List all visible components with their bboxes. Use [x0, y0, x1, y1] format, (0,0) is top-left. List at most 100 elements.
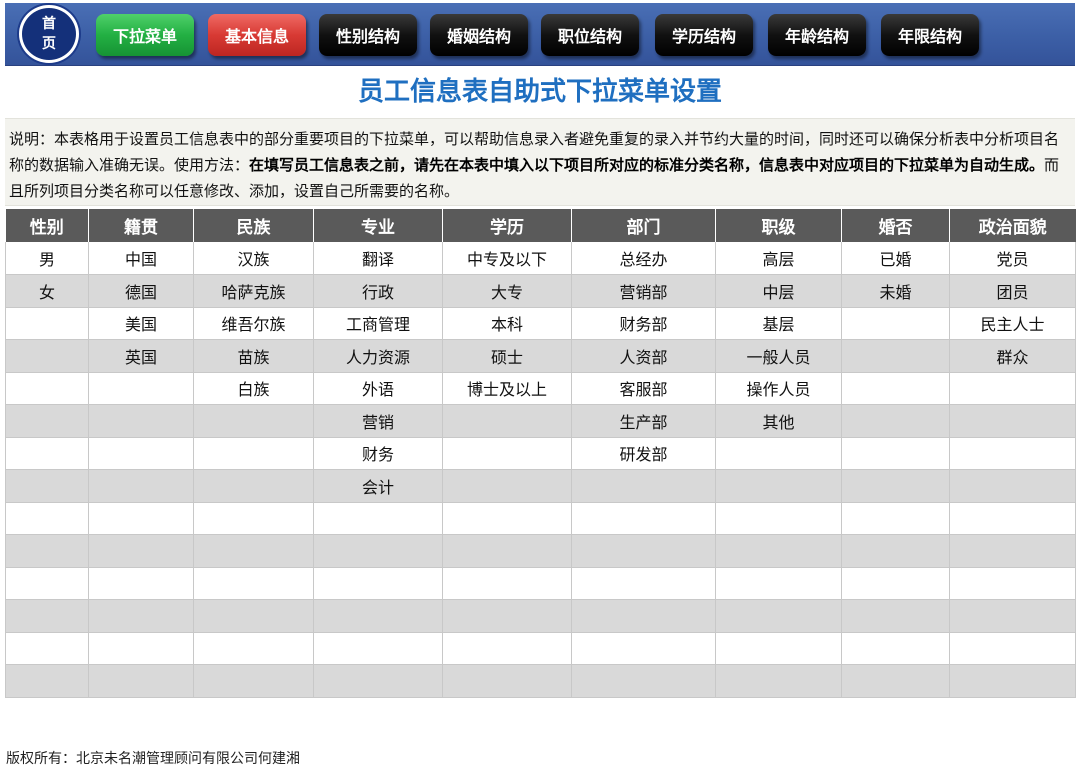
table-cell[interactable]: 营销	[313, 404, 443, 438]
table-cell[interactable]: 民主人士	[949, 307, 1076, 340]
table-cell[interactable]	[442, 404, 572, 438]
table-cell[interactable]: 党员	[949, 242, 1076, 275]
table-cell[interactable]: 翻译	[313, 242, 443, 275]
table-cell[interactable]	[193, 502, 314, 535]
nav-gender-structure-button[interactable]: 性别结构	[319, 14, 417, 56]
nav-tenure-structure-button[interactable]: 年限结构	[881, 14, 979, 56]
table-cell[interactable]: 人资部	[571, 339, 716, 373]
table-cell[interactable]	[949, 664, 1076, 698]
table-cell[interactable]	[193, 599, 314, 633]
table-cell[interactable]	[715, 567, 842, 600]
table-cell[interactable]	[442, 664, 572, 698]
table-cell[interactable]: 已婚	[841, 242, 950, 275]
table-cell[interactable]: 一般人员	[715, 339, 842, 373]
table-cell[interactable]	[841, 632, 950, 665]
table-cell[interactable]	[88, 372, 194, 405]
table-cell[interactable]	[313, 534, 443, 568]
table-cell[interactable]	[88, 502, 194, 535]
table-cell[interactable]: 会计	[313, 469, 443, 503]
table-cell[interactable]: 行政	[313, 274, 443, 308]
table-cell[interactable]	[193, 469, 314, 503]
table-cell[interactable]	[442, 469, 572, 503]
table-cell[interactable]	[442, 502, 572, 535]
table-cell[interactable]	[5, 599, 89, 633]
table-cell[interactable]	[193, 632, 314, 665]
table-cell[interactable]	[5, 339, 89, 373]
table-cell[interactable]	[571, 664, 716, 698]
table-cell[interactable]: 高层	[715, 242, 842, 275]
table-cell[interactable]: 生产部	[571, 404, 716, 438]
table-cell[interactable]: 男	[5, 242, 89, 275]
table-cell[interactable]: 白族	[193, 372, 314, 405]
table-cell[interactable]	[193, 534, 314, 568]
table-cell[interactable]	[571, 599, 716, 633]
table-cell[interactable]	[949, 567, 1076, 600]
table-cell[interactable]	[571, 469, 716, 503]
nav-age-structure-button[interactable]: 年龄结构	[768, 14, 866, 56]
table-cell[interactable]	[5, 664, 89, 698]
table-cell[interactable]: 女	[5, 274, 89, 308]
table-cell[interactable]: 中国	[88, 242, 194, 275]
nav-marital-structure-button[interactable]: 婚姻结构	[430, 14, 528, 56]
table-cell[interactable]: 德国	[88, 274, 194, 308]
table-cell[interactable]	[313, 502, 443, 535]
table-cell[interactable]	[841, 372, 950, 405]
table-cell[interactable]	[193, 437, 314, 470]
table-cell[interactable]	[442, 567, 572, 600]
table-cell[interactable]: 营销部	[571, 274, 716, 308]
table-cell[interactable]	[949, 372, 1076, 405]
table-cell[interactable]	[841, 534, 950, 568]
table-cell[interactable]	[5, 632, 89, 665]
table-cell[interactable]	[313, 664, 443, 698]
table-cell[interactable]: 群众	[949, 339, 1076, 373]
table-cell[interactable]	[949, 534, 1076, 568]
table-cell[interactable]: 操作人员	[715, 372, 842, 405]
table-cell[interactable]	[88, 534, 194, 568]
table-cell[interactable]	[193, 404, 314, 438]
table-cell[interactable]	[841, 664, 950, 698]
table-cell[interactable]: 英国	[88, 339, 194, 373]
table-cell[interactable]	[841, 339, 950, 373]
table-cell[interactable]	[193, 664, 314, 698]
table-cell[interactable]	[5, 469, 89, 503]
table-cell[interactable]	[5, 437, 89, 470]
table-cell[interactable]	[442, 534, 572, 568]
nav-position-structure-button[interactable]: 职位结构	[541, 14, 639, 56]
nav-education-structure-button[interactable]: 学历结构	[655, 14, 753, 56]
table-cell[interactable]	[949, 599, 1076, 633]
table-cell[interactable]: 中层	[715, 274, 842, 308]
table-cell[interactable]	[841, 404, 950, 438]
table-cell[interactable]	[841, 599, 950, 633]
table-cell[interactable]	[5, 567, 89, 600]
table-cell[interactable]	[88, 664, 194, 698]
table-cell[interactable]	[88, 469, 194, 503]
table-cell[interactable]	[313, 567, 443, 600]
table-cell[interactable]	[949, 437, 1076, 470]
nav-dropdown-menu-button[interactable]: 下拉菜单	[96, 14, 194, 56]
table-cell[interactable]	[5, 372, 89, 405]
table-cell[interactable]	[571, 502, 716, 535]
table-cell[interactable]	[715, 502, 842, 535]
table-cell[interactable]: 美国	[88, 307, 194, 340]
table-cell[interactable]	[442, 437, 572, 470]
table-cell[interactable]	[949, 469, 1076, 503]
table-cell[interactable]	[715, 437, 842, 470]
table-cell[interactable]	[949, 632, 1076, 665]
table-cell[interactable]: 外语	[313, 372, 443, 405]
table-cell[interactable]	[88, 599, 194, 633]
table-cell[interactable]	[715, 664, 842, 698]
table-cell[interactable]	[715, 534, 842, 568]
table-cell[interactable]	[715, 632, 842, 665]
table-cell[interactable]	[88, 632, 194, 665]
table-cell[interactable]: 博士及以上	[442, 372, 572, 405]
table-cell[interactable]	[313, 599, 443, 633]
table-cell[interactable]: 本科	[442, 307, 572, 340]
table-cell[interactable]: 未婚	[841, 274, 950, 308]
table-cell[interactable]	[88, 404, 194, 438]
table-cell[interactable]	[313, 632, 443, 665]
table-cell[interactable]	[841, 469, 950, 503]
table-cell[interactable]: 总经办	[571, 242, 716, 275]
table-cell[interactable]: 大专	[442, 274, 572, 308]
table-cell[interactable]	[5, 404, 89, 438]
table-cell[interactable]: 其他	[715, 404, 842, 438]
